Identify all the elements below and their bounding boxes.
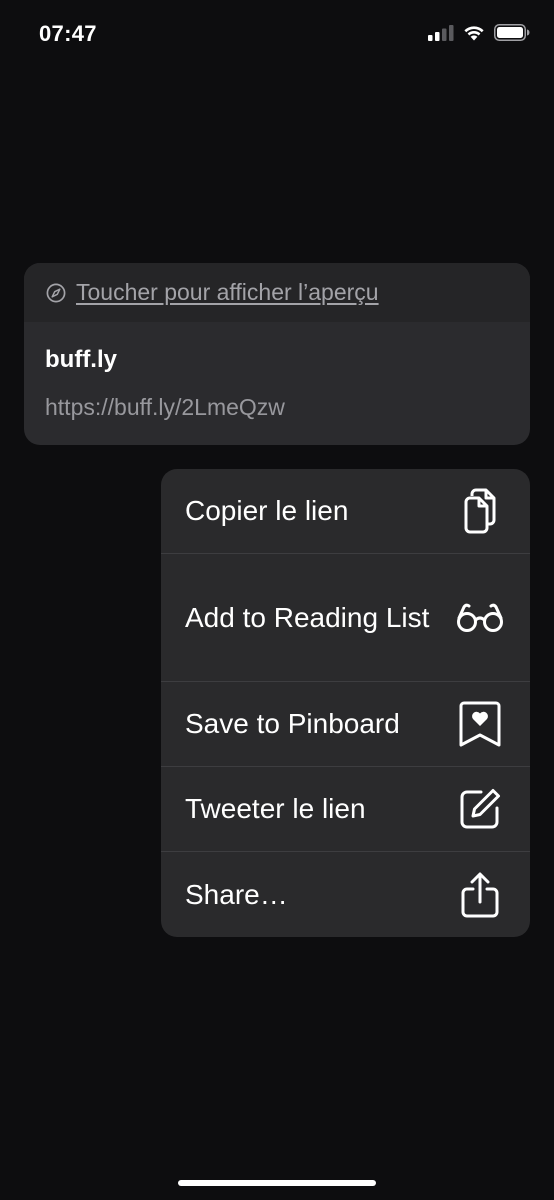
menu-item-copy-link[interactable]: Copier le lien <box>161 469 530 554</box>
menu-item-label: Add to Reading List <box>185 601 430 633</box>
menu-item-share[interactable]: Share… <box>161 852 530 937</box>
compose-icon <box>456 788 504 830</box>
bookmark-heart-icon <box>456 701 504 747</box>
compass-icon <box>46 283 66 303</box>
menu-item-label: Copier le lien <box>185 495 349 526</box>
menu-item-tweet-link[interactable]: Tweeter le lien <box>161 767 530 852</box>
glasses-icon <box>456 603 504 633</box>
copy-icon <box>456 488 504 534</box>
menu-item-save-to-pinboard[interactable]: Save to Pinboard <box>161 682 530 767</box>
context-menu: Copier le lien Add to Reading List Save … <box>161 469 530 937</box>
link-preview-card[interactable]: Toucher pour afficher l’aperçu buff.ly h… <box>24 263 530 445</box>
home-indicator[interactable] <box>178 1180 376 1186</box>
share-icon <box>456 872 504 918</box>
status-icons <box>428 24 530 41</box>
menu-item-label: Tweeter le lien <box>185 793 366 824</box>
preview-url: https://buff.ly/2LmeQzw <box>45 394 285 420</box>
tap-to-preview-link[interactable]: Toucher pour afficher l’aperçu <box>76 279 379 306</box>
cellular-signal-icon <box>428 24 454 41</box>
status-time: 07:47 <box>39 21 97 46</box>
wifi-icon <box>463 24 485 41</box>
preview-body: buff.ly https://buff.ly/2LmeQzw <box>24 322 530 421</box>
tap-to-preview-bar[interactable]: Toucher pour afficher l’aperçu <box>24 263 530 322</box>
battery-icon <box>494 24 530 41</box>
menu-item-label: Save to Pinboard <box>185 708 400 739</box>
status-bar: 07:47 <box>0 0 554 70</box>
menu-item-add-to-reading-list[interactable]: Add to Reading List <box>161 554 530 682</box>
menu-item-label: Share… <box>185 878 288 910</box>
preview-title: buff.ly <box>45 346 117 373</box>
screen: 07:47 Toucher pour afficher l’aperçu buf… <box>0 0 554 1200</box>
